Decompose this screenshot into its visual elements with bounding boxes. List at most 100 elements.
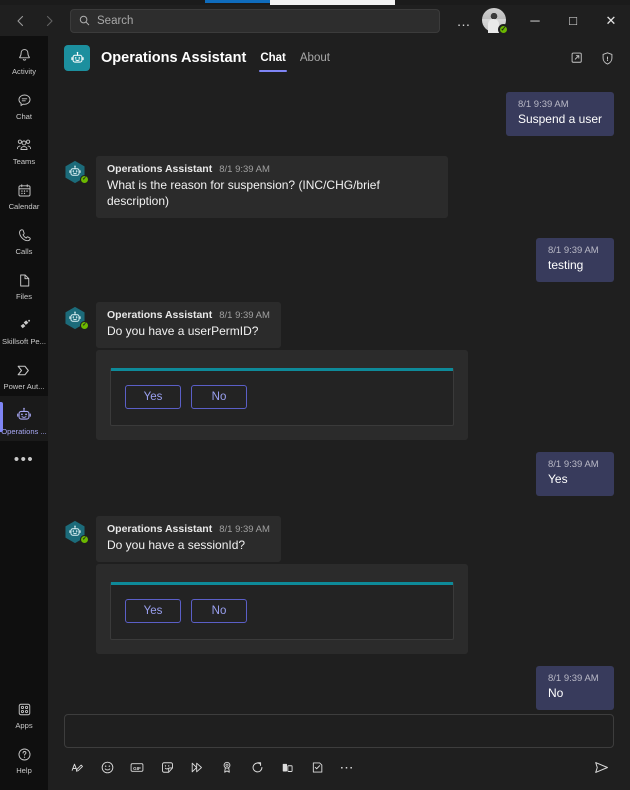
tab-chat[interactable]: Chat xyxy=(259,36,287,80)
sidebar-item-label: Files xyxy=(15,292,33,301)
message-input[interactable] xyxy=(64,714,614,748)
sidebar-item-label: Help xyxy=(16,766,32,775)
message-timestamp: 8/1 9:39 AM xyxy=(219,310,270,321)
message-row-user: 8/1 9:39 AM No xyxy=(48,666,630,710)
help-icon xyxy=(14,744,34,764)
sidebar-item-apps[interactable]: Apps xyxy=(0,690,48,735)
sticker-icon[interactable] xyxy=(154,755,180,779)
message-text: Do you have a sessionId? xyxy=(107,538,246,552)
card-button-yes[interactable]: Yes xyxy=(125,599,181,623)
send-button[interactable] xyxy=(588,755,614,779)
title-bar-right: … ─ □ ✕ xyxy=(450,5,630,36)
close-button[interactable]: ✕ xyxy=(592,5,630,36)
praise-icon[interactable] xyxy=(214,755,240,779)
sidebar-item-chat[interactable]: Chat xyxy=(0,81,48,126)
forward-button[interactable] xyxy=(36,9,62,33)
minimize-button[interactable]: ─ xyxy=(516,5,554,36)
bot-message-bubble: Operations Assistant 8/1 9:39 AM Do you … xyxy=(96,516,281,562)
message-meta: Operations Assistant 8/1 9:39 AM xyxy=(107,163,437,175)
sidebar-item-calls[interactable]: Calls xyxy=(0,216,48,261)
svg-text:GIF: GIF xyxy=(133,765,141,770)
browser-active-tab-edge xyxy=(205,0,270,3)
adaptive-card-body: Yes No xyxy=(110,368,454,426)
shield-icon[interactable] xyxy=(596,47,618,69)
sidebar-item-label: Power Aut... xyxy=(3,382,45,391)
message-timestamp: 8/1 9:39 AM xyxy=(548,673,599,684)
rail-bottom-group: Apps Help xyxy=(0,690,48,790)
card-actions: Yes No xyxy=(111,585,453,639)
settings-more-button[interactable]: … xyxy=(450,9,478,33)
card-button-no[interactable]: No xyxy=(191,599,247,623)
message-row-user: 8/1 9:39 AM Yes xyxy=(48,452,630,496)
sidebar-item-activity[interactable]: Activity xyxy=(0,36,48,81)
message-timestamp: 8/1 9:39 AM xyxy=(548,245,599,256)
apps-icon xyxy=(14,699,34,719)
message-text: Yes xyxy=(548,472,568,486)
content-area: Operations Assistant Chat About 8/1 9:39… xyxy=(48,36,630,790)
message-row-bot: Operations Assistant 8/1 9:39 AM Do you … xyxy=(48,516,630,562)
back-button[interactable] xyxy=(8,9,34,33)
adaptive-card-body: Yes No xyxy=(110,582,454,640)
compose-toolbar: GIF ⋯ xyxy=(64,754,614,780)
title-bar: Search … ─ □ ✕ xyxy=(0,5,630,36)
sidebar-item-files[interactable]: Files xyxy=(0,261,48,306)
sidebar-item-label: Skillsoft Pe... xyxy=(2,337,46,346)
card-actions: Yes No xyxy=(111,371,453,425)
sidebar-item-calendar[interactable]: Calendar xyxy=(0,171,48,216)
emoji-icon[interactable] xyxy=(94,755,120,779)
message-sender: Operations Assistant xyxy=(107,309,213,321)
teams-icon xyxy=(14,135,34,155)
power-automate-icon xyxy=(14,360,34,380)
message-sender: Operations Assistant xyxy=(107,523,213,535)
stream-icon[interactable] xyxy=(184,755,210,779)
user-message-bubble: 8/1 9:39 AM Suspend a user xyxy=(505,92,614,136)
format-icon[interactable] xyxy=(64,755,90,779)
message-timestamp: 8/1 9:39 AM xyxy=(517,99,569,110)
sidebar-item-label: Apps xyxy=(15,721,33,730)
adaptive-card-container: Yes No xyxy=(48,564,630,654)
message-text: Do you have a userPermID? xyxy=(107,324,259,338)
teams-window: Search … ─ □ ✕ Activity Chat xyxy=(0,0,630,790)
sidebar-item-label: Calls xyxy=(15,247,33,256)
maximize-button[interactable]: □ xyxy=(554,5,592,36)
message-list[interactable]: 8/1 9:39 AM Suspend a user ✓ Operations … xyxy=(48,80,630,742)
sidebar-item-help[interactable]: Help xyxy=(0,735,48,780)
card-button-yes[interactable]: Yes xyxy=(125,385,181,409)
message-timestamp: 8/1 9:39 AM xyxy=(219,524,270,535)
sidebar-item-operations-assistant[interactable]: Operations ... xyxy=(0,396,48,441)
message-timestamp: 8/1 9:39 AM xyxy=(219,164,270,175)
user-message-bubble: 8/1 9:39 AM testing xyxy=(536,238,614,282)
sidebar-item-label: Operations ... xyxy=(1,427,47,436)
search-input[interactable]: Search xyxy=(70,8,440,33)
message-meta: Operations Assistant 8/1 9:39 AM xyxy=(107,523,270,535)
sidebar-item-label: Teams xyxy=(12,157,36,166)
sidebar-item-label: Chat xyxy=(15,112,33,121)
tab-about[interactable]: About xyxy=(300,36,330,80)
skillsoft-icon xyxy=(14,315,34,335)
gif-icon[interactable]: GIF xyxy=(124,755,150,779)
more-options-icon[interactable]: ⋯ xyxy=(334,755,360,779)
phone-icon xyxy=(14,225,34,245)
header-actions xyxy=(566,47,618,69)
popout-icon[interactable] xyxy=(566,47,588,69)
sidebar-item-power-automate[interactable]: Power Aut... xyxy=(0,351,48,396)
file-icon xyxy=(14,270,34,290)
robot-icon xyxy=(14,405,34,425)
sidebar-item-skillsoft[interactable]: Skillsoft Pe... xyxy=(0,306,48,351)
card-button-no[interactable]: No xyxy=(191,385,247,409)
user-message-bubble: 8/1 9:39 AM No xyxy=(536,666,614,710)
search-icon xyxy=(79,15,90,26)
bot-avatar xyxy=(64,306,89,330)
message-row-user: 8/1 9:39 AM Suspend a user xyxy=(48,92,630,136)
approvals-icon[interactable] xyxy=(304,755,330,779)
verified-badge-icon xyxy=(80,175,89,184)
avatar[interactable] xyxy=(482,7,509,35)
sidebar-item-teams[interactable]: Teams xyxy=(0,126,48,171)
message-timestamp: 8/1 9:39 AM xyxy=(548,459,599,470)
page-title: Operations Assistant xyxy=(101,50,247,66)
search-container[interactable]: Search xyxy=(70,8,440,33)
sidebar-more-apps-button[interactable]: ••• xyxy=(14,441,34,478)
loop-icon[interactable] xyxy=(244,755,270,779)
apps-store-icon[interactable] xyxy=(274,755,300,779)
message-text: No xyxy=(548,686,564,700)
